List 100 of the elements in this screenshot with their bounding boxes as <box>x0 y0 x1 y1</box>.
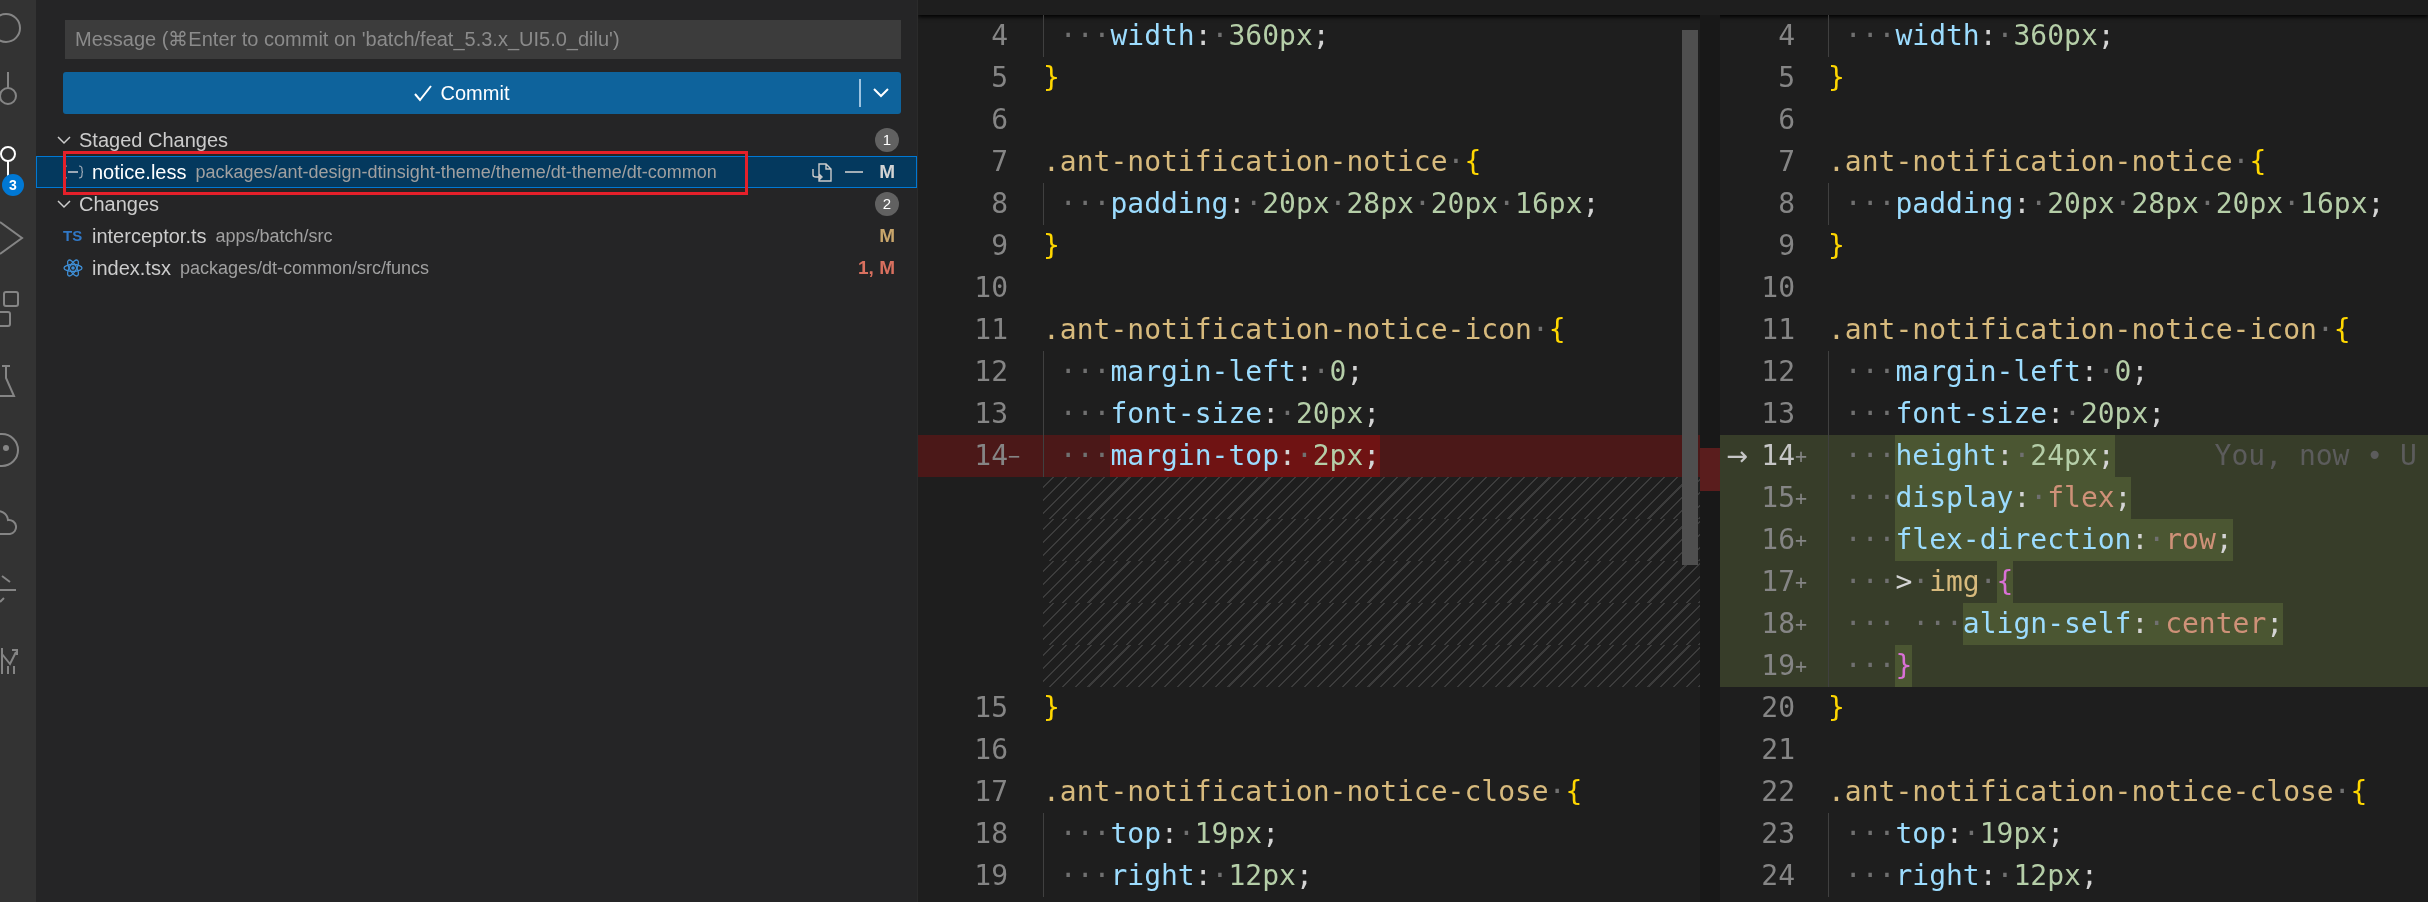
code-line: } <box>1828 60 1845 96</box>
group-title: Changes <box>79 192 161 217</box>
code-line: .ant-notification-notice-close·{ <box>1043 774 1583 810</box>
line-number: 14 <box>1761 438 1795 474</box>
file-name: index.tsx <box>92 256 171 281</box>
count-badge: 1 <box>875 128 899 152</box>
file-path: packages/dt-common/src/funcs <box>179 256 430 280</box>
line-number: 8 <box>1778 186 1795 222</box>
line-number: 19 <box>974 858 1008 894</box>
open-file-icon[interactable] <box>811 161 834 183</box>
code-line: .ant-notification-notice-icon·{ <box>1043 312 1566 348</box>
file-name: notice.less <box>92 160 187 185</box>
diff-marker: + <box>1795 653 1808 680</box>
line-number: 13 <box>1761 396 1795 432</box>
code-line: ···padding:·20px·28px·20px·16px; <box>1843 186 2385 222</box>
chevron-down-icon <box>872 87 890 99</box>
diff-marker: − <box>1008 443 1021 470</box>
line-number: 9 <box>991 228 1008 264</box>
diff-marker: + <box>1795 485 1808 512</box>
line-number: 23 <box>1761 816 1795 852</box>
code-line: ···font-size:·20px; <box>1058 396 1381 432</box>
code-line: ···>·img·{ <box>1828 561 2014 603</box>
code-line: } <box>1043 690 1060 726</box>
line-number: 4 <box>991 18 1008 54</box>
line-number: 14 <box>974 438 1008 474</box>
check-icon <box>412 83 433 103</box>
stylesheet-file-icon <box>63 165 83 179</box>
count-badge: 2 <box>875 192 899 216</box>
group-title: Staged Changes <box>79 128 229 153</box>
code-line: ···font-size:·20px; <box>1843 396 2166 432</box>
diff-marker: + <box>1795 527 1808 554</box>
current-change-arrow[interactable]: → <box>1726 436 1749 476</box>
code-line: ···} <box>1828 645 1913 687</box>
line-number: 11 <box>974 312 1008 348</box>
commit-message-field[interactable]: Message (⌘Enter to commit on 'batch/feat_5.3.x_UI5.0_dilu') <box>65 20 901 59</box>
line-number: 15 <box>974 690 1008 726</box>
code-line: .ant-notification-notice·{ <box>1828 144 2267 180</box>
code-line: ···display:·flex; <box>1828 477 2132 519</box>
status-letter: 1, M <box>858 255 895 280</box>
code-line: ···width:·360px; <box>1843 18 2115 54</box>
atom-icon <box>63 258 83 278</box>
line-number: 8 <box>991 186 1008 222</box>
line-number: 10 <box>974 270 1008 306</box>
commit-dropdown-button[interactable] <box>861 72 901 114</box>
line-number: 6 <box>991 102 1008 138</box>
file-path: packages/ant-design-dtinsight-theme/theme/dt-theme/dt-common <box>195 160 717 184</box>
code-line: ···margin-left:·0; <box>1058 354 1364 390</box>
run-icon[interactable] <box>0 218 24 258</box>
line-number: 9 <box>1778 228 1795 264</box>
line-number: 11 <box>1761 312 1795 348</box>
change-marker <box>1700 448 1720 491</box>
typescript-file-icon: TS <box>63 224 83 248</box>
code-line: } <box>1828 690 1845 726</box>
code-line: ··· ···align-self:·center; <box>1828 603 2284 645</box>
file-path: apps/batch/src <box>215 224 333 248</box>
line-number: 13 <box>974 396 1008 432</box>
diff-marker: + <box>1795 443 1808 470</box>
code-line: .ant-notification-notice-icon·{ <box>1828 312 2351 348</box>
line-number: 7 <box>991 144 1008 180</box>
code-line: ···height:·24px; <box>1828 435 2115 477</box>
file-list-item[interactable]: TS interceptor.ts apps/batch/src M <box>36 220 917 252</box>
file-name: interceptor.ts <box>92 224 207 249</box>
diff-marker: + <box>1795 611 1808 638</box>
diff-marker: + <box>1795 569 1808 596</box>
group-header[interactable]: Staged Changes 1 <box>36 124 917 156</box>
line-number: 5 <box>1778 60 1795 96</box>
code-line: ···top:·19px; <box>1843 816 2065 852</box>
line-number: 17 <box>974 774 1008 810</box>
line-number: 15 <box>1761 480 1795 516</box>
line-number: 7 <box>1778 144 1795 180</box>
group-header[interactable]: Changes 2 <box>36 188 917 220</box>
line-number: 12 <box>974 354 1008 390</box>
line-number: 21 <box>1761 732 1795 768</box>
code-line: .ant-notification-notice-close·{ <box>1828 774 2368 810</box>
line-number: 19 <box>1761 648 1795 684</box>
line-number: 4 <box>1778 18 1795 54</box>
line-number: 20 <box>1761 690 1795 726</box>
line-number: 5 <box>991 60 1008 96</box>
code-line: } <box>1043 60 1060 96</box>
code-line: .ant-notification-notice·{ <box>1043 144 1482 180</box>
line-number: 16 <box>974 732 1008 768</box>
code-line: ···top:·19px; <box>1058 816 1280 852</box>
line-number: 6 <box>1778 102 1795 138</box>
line-number: 24 <box>1761 858 1795 894</box>
status-letter: M <box>879 223 895 248</box>
commit-button[interactable]: Commit <box>63 72 859 114</box>
code-line: ···width:·360px; <box>1058 18 1330 54</box>
line-number: 18 <box>974 816 1008 852</box>
line-number: 18 <box>1761 606 1795 642</box>
code-line: ···right:·12px; <box>1843 858 2098 894</box>
code-line: ···padding:·20px·28px·20px·16px; <box>1058 186 1600 222</box>
code-line: } <box>1043 228 1060 264</box>
code-line: ···margin-left:·0; <box>1843 354 2149 390</box>
scrollbar-thumb[interactable] <box>1682 30 1698 565</box>
line-number: 16 <box>1761 522 1795 558</box>
code-line: } <box>1828 228 1845 264</box>
file-list-item[interactable]: notice.less packages/ant-design-dtinsight-theme/theme/dt-theme/dt-common M <box>36 156 917 188</box>
notification-badge: 3 <box>2 174 24 196</box>
file-list-item[interactable]: index.tsx packages/dt-common/src/funcs 1, M <box>36 252 917 284</box>
line-number: 22 <box>1761 774 1795 810</box>
